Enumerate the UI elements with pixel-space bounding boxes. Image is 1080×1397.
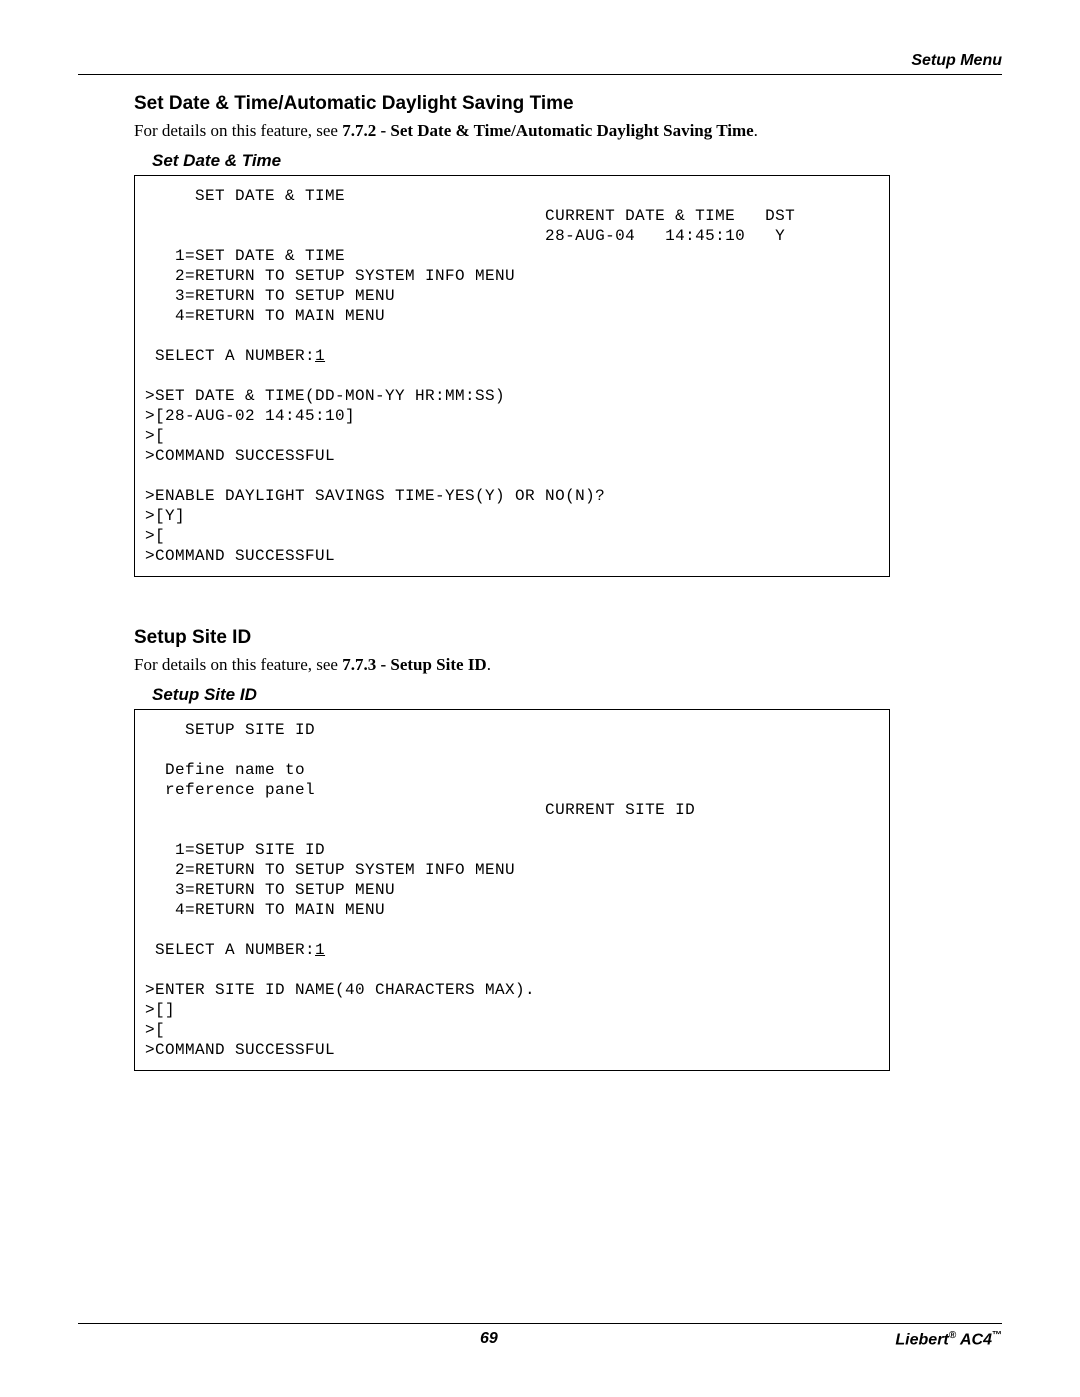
trademark-icon: ™ <box>992 1330 1002 1341</box>
terminal-box-datetime: SET DATE & TIME CURRENT DATE & TIME DST … <box>134 175 890 577</box>
footer: . 69 Liebert® AC4™ <box>78 1323 1002 1349</box>
brand-name: Liebert <box>895 1331 948 1348</box>
terminal-pre: SETUP SITE ID Define name to reference p… <box>145 721 695 959</box>
terminal-box-siteid: SETUP SITE ID Define name to reference p… <box>134 709 890 1071</box>
page: Setup Menu Set Date & Time/Automatic Day… <box>0 0 1080 1397</box>
page-number: 69 <box>82 1330 895 1349</box>
terminal-input: 1 <box>315 347 325 365</box>
terminal-input: 1 <box>315 941 325 959</box>
footer-brand: Liebert® AC4™ <box>895 1330 1002 1349</box>
registered-icon: ® <box>949 1330 956 1341</box>
intro-reference: 7.7.2 - Set Date & Time/Automatic Daylig… <box>342 121 753 140</box>
terminal-pre: SET DATE & TIME CURRENT DATE & TIME DST … <box>145 187 795 365</box>
section-intro-siteid: For details on this feature, see 7.7.3 -… <box>134 655 890 675</box>
subhead-datetime: Set Date & Time <box>152 151 890 171</box>
intro-prefix: For details on this feature, see <box>134 121 342 140</box>
section-heading-datetime: Set Date & Time/Automatic Daylight Savin… <box>134 93 890 115</box>
intro-prefix: For details on this feature, see <box>134 655 342 674</box>
product-name: AC4 <box>960 1331 992 1348</box>
header-rule <box>78 74 1002 75</box>
footer-rule <box>78 1323 1002 1324</box>
content-area: Set Date & Time/Automatic Daylight Savin… <box>78 93 1002 1071</box>
section-intro-datetime: For details on this feature, see 7.7.2 -… <box>134 121 890 141</box>
footer-row: . 69 Liebert® AC4™ <box>78 1330 1002 1349</box>
intro-suffix: . <box>754 121 758 140</box>
intro-suffix: . <box>487 655 491 674</box>
section-heading-siteid: Setup Site ID <box>134 627 890 649</box>
terminal-post: >ENTER SITE ID NAME(40 CHARACTERS MAX). … <box>145 981 535 1059</box>
intro-reference: 7.7.3 - Setup Site ID <box>342 655 487 674</box>
terminal-post: >SET DATE & TIME(DD-MON-YY HR:MM:SS) >[2… <box>145 387 605 565</box>
subhead-siteid: Setup Site ID <box>152 685 890 705</box>
header-section-label: Setup Menu <box>78 52 1002 70</box>
